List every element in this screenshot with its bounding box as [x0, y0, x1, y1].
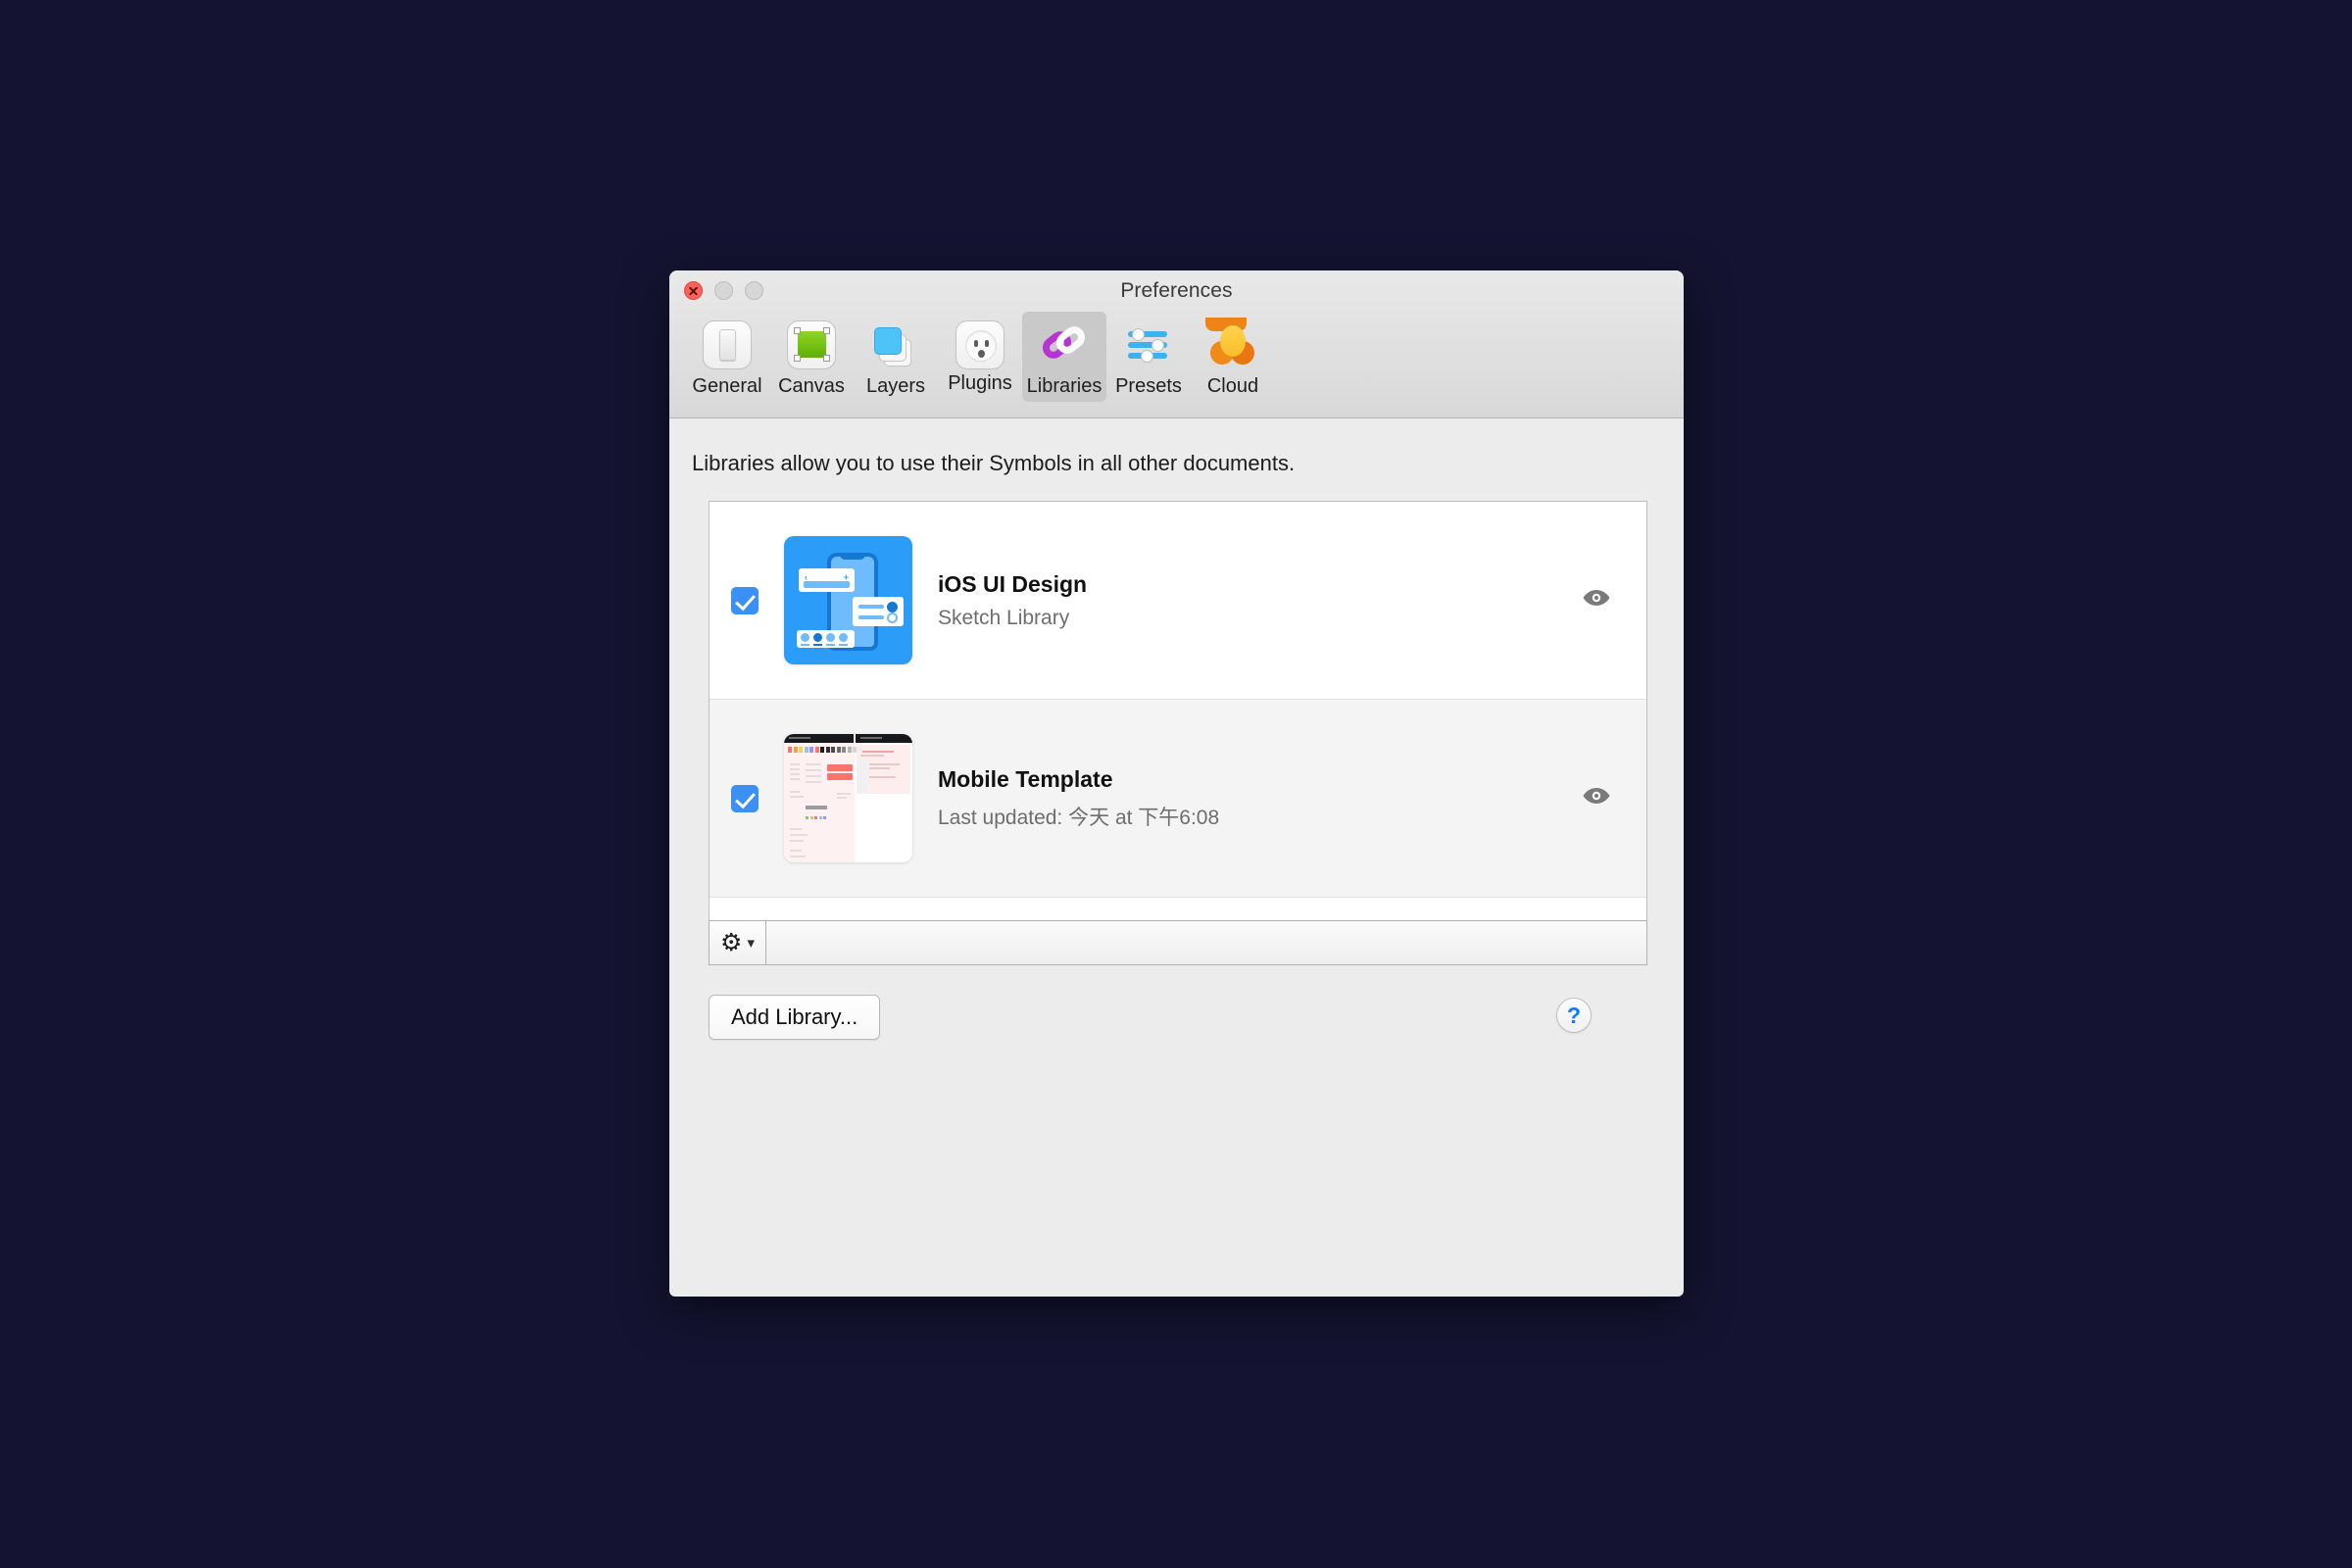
window-title: Preferences — [1120, 279, 1233, 302]
library-subtitle: Sketch Library — [938, 606, 1070, 629]
tab-plugins[interactable]: Plugins — [938, 312, 1022, 399]
cloud-icon — [1205, 318, 1260, 372]
eye-icon[interactable] — [1582, 588, 1611, 612]
toolbar-tabs: General Canvas Layers Plugins Libraries … — [685, 312, 1275, 402]
sliders-icon — [1121, 318, 1176, 372]
power-outlet-icon — [956, 320, 1004, 369]
stacked-layers-icon — [868, 318, 923, 372]
ios-ui-design-thumbnail: ‹ + — [784, 536, 912, 664]
libraries-list[interactable]: ‹ + iOS UI Design Sketch Library Mobile … — [709, 501, 1647, 920]
libraries-description: Libraries allow you to use their Symbols… — [692, 451, 1296, 475]
action-bar-filler — [766, 921, 1646, 964]
table-row[interactable]: ‹ + iOS UI Design Sketch Library — [710, 502, 1646, 700]
tab-presets-label: Presets — [1115, 375, 1182, 397]
table-row[interactable]: Mobile Template Last updated: 今天 at 下午6:… — [710, 700, 1646, 898]
tab-cloud-label: Cloud — [1206, 375, 1259, 397]
tab-canvas-label: Canvas — [778, 375, 845, 397]
add-library-button[interactable]: Add Library... — [709, 995, 881, 1040]
tab-layers-label: Layers — [865, 375, 926, 397]
mobile-template-thumbnail — [784, 734, 912, 862]
tab-cloud[interactable]: Cloud — [1191, 312, 1275, 402]
library-info: Mobile Template Last updated: 今天 at 下午6:… — [938, 766, 1582, 831]
window-titlebar: Preferences General Canvas Layers Plugin… — [669, 270, 1684, 418]
library-enabled-checkbox[interactable] — [731, 784, 759, 812]
tab-libraries[interactable]: Libraries — [1022, 312, 1106, 402]
library-title: iOS UI Design — [938, 570, 1088, 597]
gear-menu-button[interactable]: ⚙ ▾ — [710, 921, 766, 964]
library-info: iOS UI Design Sketch Library — [938, 571, 1582, 630]
toggle-switch-icon — [700, 318, 755, 372]
libraries-empty-area — [710, 898, 1646, 920]
library-enabled-checkbox[interactable] — [731, 586, 759, 614]
gear-icon: ⚙ — [720, 928, 743, 956]
tab-general-label: General — [692, 375, 762, 397]
tab-layers[interactable]: Layers — [854, 312, 938, 402]
green-artboard-icon — [784, 318, 839, 372]
chevron-down-icon: ▾ — [747, 934, 755, 952]
preferences-window: Preferences General Canvas Layers Plugin… — [669, 270, 1684, 1297]
linked-rings-icon — [1037, 318, 1092, 372]
tab-general[interactable]: General — [685, 312, 769, 402]
tab-canvas[interactable]: Canvas — [769, 312, 854, 402]
library-subtitle: Last updated: 今天 at 下午6:08 — [938, 806, 1220, 829]
help-button[interactable]: ? — [1556, 998, 1592, 1033]
tab-presets[interactable]: Presets — [1106, 312, 1191, 402]
libraries-action-bar: ⚙ ▾ — [709, 920, 1647, 965]
tab-libraries-label: Libraries — [1026, 375, 1102, 397]
tab-plugins-label: Plugins — [948, 372, 1012, 394]
library-title: Mobile Template — [938, 765, 1113, 792]
eye-icon[interactable] — [1582, 786, 1611, 810]
